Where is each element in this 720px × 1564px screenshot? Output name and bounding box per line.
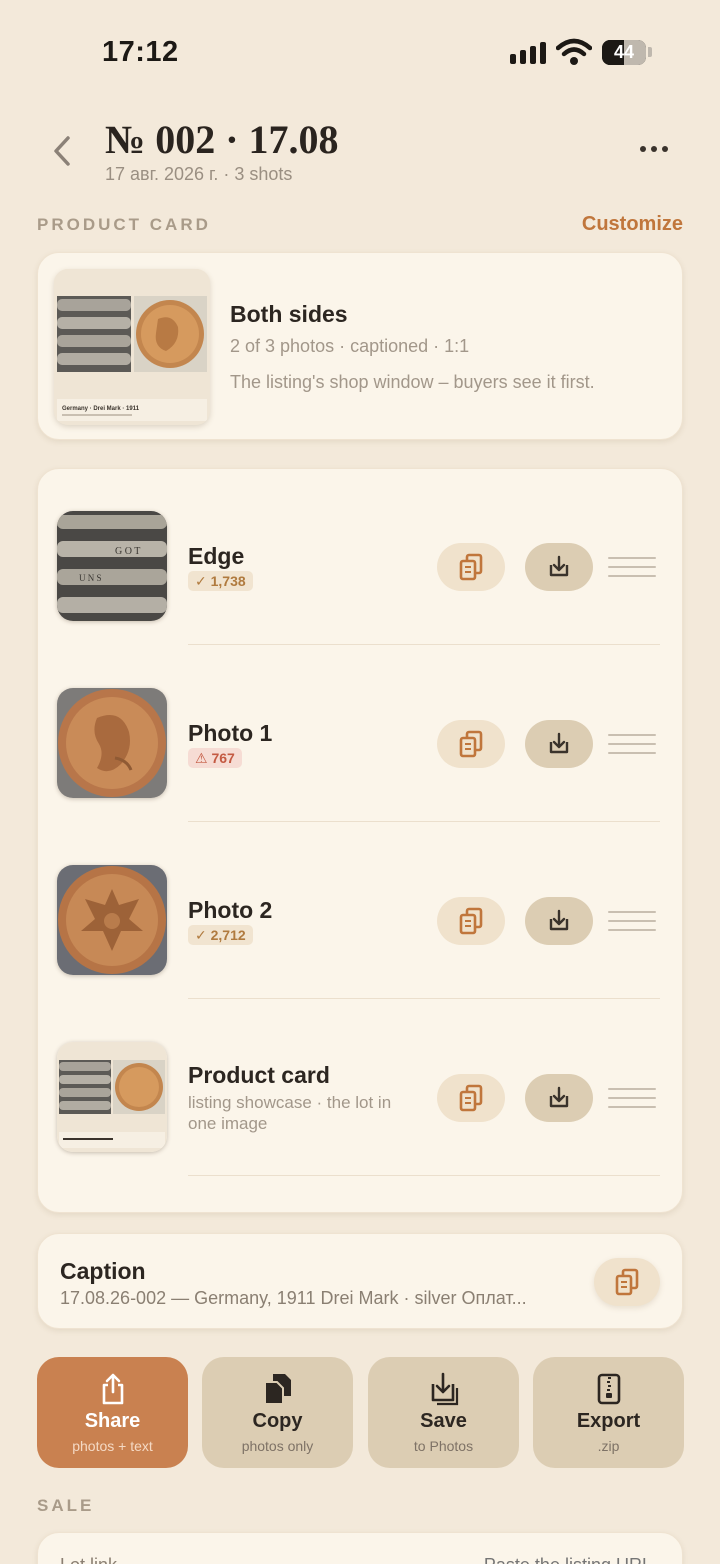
product-card-description: The listing's shop window – buyers see i…	[230, 372, 595, 392]
quality-warning-badge: ⚠ 767	[188, 748, 242, 768]
save-photo-button[interactable]	[525, 1074, 593, 1122]
sale-card: Lot link	[37, 1532, 683, 1564]
photo-title: Photo 1	[188, 720, 273, 746]
photo-list: G O T U N S Edge ✓ 1,738 Photo 1 ⚠ 767 P…	[37, 468, 683, 1213]
save-to-photos-icon	[431, 1372, 458, 1406]
row-divider	[188, 1175, 660, 1176]
drag-handle-icon[interactable]	[608, 555, 656, 581]
copy-button[interactable]: Copy photos only	[202, 1357, 353, 1468]
edge-thumbnail: G O T U N S	[57, 511, 167, 621]
photo-2-thumbnail	[57, 865, 167, 975]
battery-icon: 44	[602, 40, 646, 65]
download-icon	[549, 909, 569, 931]
more-options-icon[interactable]	[640, 146, 668, 152]
lot-link-input[interactable]	[392, 1555, 652, 1564]
back-chevron-icon[interactable]	[48, 134, 76, 168]
zip-archive-icon	[597, 1373, 620, 1405]
product-card-summary[interactable]: Germany · Drei Mark · 1911 Both sides 2 …	[37, 252, 683, 440]
copy-photo-button[interactable]	[437, 543, 505, 591]
export-sublabel: .zip	[597, 1438, 620, 1454]
product-card-image: Germany · Drei Mark · 1911	[54, 269, 210, 425]
share-icon	[102, 1373, 123, 1405]
copy-icon	[459, 907, 483, 935]
export-button[interactable]: Export .zip	[533, 1357, 684, 1468]
quality-badge: ✓ 2,712	[188, 925, 253, 945]
share-button[interactable]: Share photos + text	[37, 1357, 188, 1468]
drag-handle-icon[interactable]	[608, 909, 656, 935]
copy-caption-button[interactable]	[594, 1258, 660, 1306]
product-card-thumbnail: Germany · Drei Mark · 1911	[54, 269, 210, 425]
download-icon	[549, 1086, 569, 1108]
drag-handle-icon[interactable]	[608, 732, 656, 758]
copy-icon	[615, 1268, 639, 1296]
product-card-section-label: PRODUCT CARD	[37, 215, 211, 234]
svg-text:U N S: U N S	[79, 573, 102, 583]
battery-tip	[648, 47, 652, 57]
copy-sublabel: photos only	[241, 1438, 314, 1454]
photo-title: Edge	[188, 543, 245, 569]
share-sublabel: photos + text	[72, 1438, 153, 1454]
product-card-thumb-caption: Germany · Drei Mark · 1911	[62, 406, 140, 412]
row-divider	[188, 821, 660, 822]
copy-icon	[459, 1084, 483, 1112]
product-card-title: Both sides	[230, 301, 348, 327]
download-icon	[549, 555, 569, 577]
page-subtitle: 17 авг. 2026 г. · 3 shots	[105, 164, 293, 184]
status-time: 17:12	[102, 36, 179, 68]
page-title: № 002 · 17.08	[105, 117, 339, 162]
row-divider	[188, 644, 660, 645]
save-button[interactable]: Save to Photos	[368, 1357, 519, 1468]
save-photo-button[interactable]	[525, 543, 593, 591]
save-label: Save	[420, 1410, 467, 1432]
photo-row-photo-1[interactable]: Photo 1 ⚠ 767	[38, 646, 684, 822]
save-photo-button[interactable]	[525, 897, 593, 945]
row-divider	[188, 998, 660, 999]
quality-badge: ✓ 1,738	[188, 571, 253, 591]
svg-text:G O T: G O T	[115, 546, 140, 557]
caption-title: Caption	[60, 1258, 146, 1284]
copy-label: Copy	[252, 1410, 303, 1432]
photo-title: Photo 2	[188, 897, 273, 923]
product-card-row-subtitle: listing showcase · the lot in one image	[188, 1093, 392, 1133]
photo-1-thumbnail	[57, 688, 167, 798]
photo-row-product-card[interactable]: Product card listing showcase · the lot …	[38, 1000, 684, 1176]
product-card-meta: 2 of 3 photos · captioned · 1:1	[230, 336, 470, 356]
wifi-icon	[556, 38, 592, 65]
customize-button[interactable]: Customize	[582, 213, 683, 236]
save-photo-button[interactable]	[525, 720, 593, 768]
export-label: Export	[576, 1410, 641, 1432]
photo-row-edge[interactable]: G O T U N S Edge ✓ 1,738	[38, 469, 684, 645]
caption-card[interactable]: Caption 17.08.26-002 — Germany, 1911 Dre…	[37, 1233, 683, 1329]
copy-photo-button[interactable]	[437, 1074, 505, 1122]
photo-row-photo-2[interactable]: Photo 2 ✓ 2,712	[38, 823, 684, 999]
drag-handle-icon[interactable]	[608, 1086, 656, 1112]
status-bar: 17:12 44	[0, 0, 720, 100]
copy-icon	[459, 730, 483, 758]
copy-icon	[459, 553, 483, 581]
copy-documents-icon	[263, 1374, 291, 1405]
cellular-signal-icon	[510, 40, 546, 64]
share-label: Share	[84, 1410, 141, 1432]
battery-level: 44	[613, 42, 635, 62]
caption-text: 17.08.26-002 — Germany, 1911 Drei Mark ·…	[60, 1288, 527, 1308]
copy-photo-button[interactable]	[437, 720, 505, 768]
sale-section-label: SALE	[37, 1496, 95, 1515]
download-icon	[549, 732, 569, 754]
save-sublabel: to Photos	[413, 1438, 474, 1454]
photo-title: Product card	[188, 1062, 330, 1088]
lot-link-label: Lot link	[60, 1555, 117, 1564]
copy-photo-button[interactable]	[437, 897, 505, 945]
product-card-row-thumbnail	[57, 1042, 167, 1152]
